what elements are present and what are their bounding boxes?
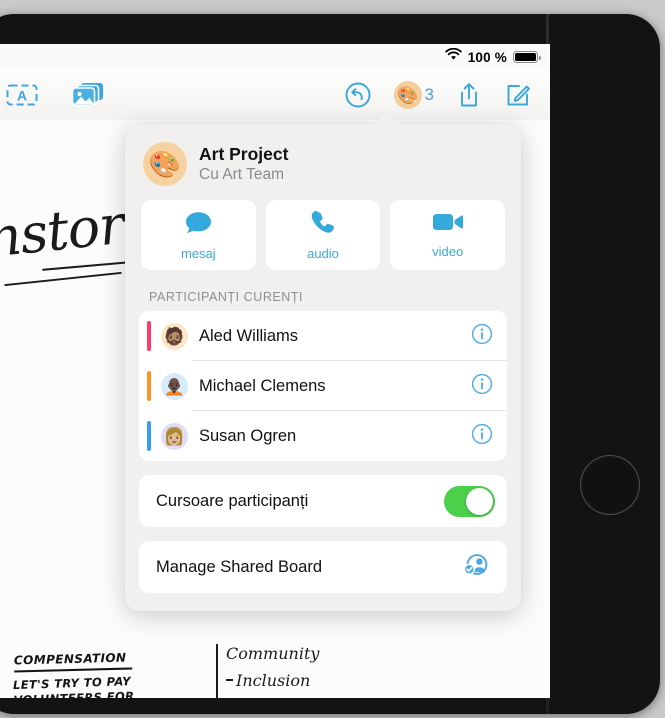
toolbar-left-group: A — [0, 81, 105, 109]
audio-action-label: audio — [307, 246, 339, 261]
video-action-button[interactable]: video — [390, 200, 506, 270]
compose-icon[interactable] — [504, 81, 532, 109]
project-avatar-icon: 🎨 — [143, 142, 187, 186]
participant-color-swatch — [147, 421, 151, 451]
quick-actions-row: mesaj audio video — [139, 200, 507, 270]
info-icon[interactable] — [471, 323, 493, 350]
participant-color-swatch — [147, 371, 151, 401]
video-camera-icon — [432, 211, 464, 238]
manage-shared-board-label: Manage Shared Board — [156, 557, 323, 576]
collaborator-count: 3 — [424, 85, 434, 104]
handwriting-underline-1 — [4, 271, 122, 287]
handwriting-topic-1: Inclusion — [236, 671, 311, 690]
participant-name: Michael Clemens — [199, 376, 326, 395]
popover-header: 🎨 Art Project Cu Art Team — [139, 134, 507, 200]
participants-list: 🧔🏽 Aled Williams 🧑🏿‍🦲 Michael Cl — [139, 311, 507, 461]
popover-title: Art Project — [199, 143, 289, 164]
handwriting-compensation-body: LET'S TRY TO PAY VOLUNTEERS FOR THEIR TI… — [13, 674, 139, 698]
handwriting-topic-2-group: Food — [226, 694, 374, 698]
toggle-knob — [466, 487, 493, 515]
manage-shared-board-row[interactable]: Manage Shared Board — [139, 541, 507, 593]
svg-text:A: A — [17, 88, 27, 104]
participant-name: Aled Williams — [199, 326, 299, 345]
participant-avatar-icon: 🧑🏿‍🦲 — [161, 372, 188, 400]
handwriting-topic-list: Community Inclusion Food History 🌍 Local… — [216, 640, 374, 698]
handwriting-list-bracket — [216, 644, 218, 698]
participant-row-2[interactable]: 👩🏼 Susan Ogren — [139, 411, 507, 461]
message-action-button[interactable]: mesaj — [141, 200, 256, 270]
collaboration-popover: 🎨 Art Project Cu Art Team mesaj audio vi… — [125, 113, 521, 611]
share-icon[interactable] — [456, 81, 482, 109]
collaborators-button[interactable]: 🎨 3 — [393, 81, 434, 109]
phone-icon — [310, 209, 336, 240]
participant-row-0[interactable]: 🧔🏽 Aled Williams — [139, 311, 507, 361]
ipad-device: 100 % A 🎨 3 instorm COMPENSATION LET'S T… — [0, 0, 665, 718]
handwriting-compensation-title: COMPENSATION — [13, 650, 127, 668]
manage-shared-board-icon — [463, 553, 493, 582]
app-toolbar: A 🎨 3 — [0, 70, 550, 120]
home-button[interactable] — [580, 455, 640, 515]
participant-avatar-icon: 🧔🏽 — [161, 322, 188, 350]
handwriting-topic-1-group: Inclusion — [226, 667, 374, 694]
status-bar: 100 % — [0, 44, 550, 70]
info-icon[interactable] — [471, 373, 493, 400]
undo-icon[interactable] — [344, 81, 372, 109]
cursors-toggle-label: Cursoare participanți — [156, 491, 309, 510]
popover-subtitle: Cu Art Team — [199, 165, 285, 183]
popover-pointer-arrow — [372, 113, 400, 125]
participant-row-1[interactable]: 🧑🏿‍🦲 Michael Clemens — [139, 361, 507, 411]
message-bubble-icon — [184, 210, 213, 240]
media-photos-icon[interactable] — [71, 81, 105, 109]
participant-name: Susan Ogren — [199, 426, 297, 445]
participant-avatar-icon: 👩🏼 — [161, 422, 188, 450]
participants-section-header: PARTICIPANȚI CURENȚI — [149, 290, 304, 304]
palette-avatar-icon: 🎨 — [393, 81, 422, 109]
video-action-label: video — [432, 244, 464, 259]
battery-percent-label: 100 % — [467, 49, 507, 65]
message-action-label: mesaj — [180, 245, 216, 261]
popover-header-text: Art Project Cu Art Team — [199, 144, 288, 185]
toolbar-right-group: 🎨 3 — [344, 81, 550, 109]
cursors-toggle-switch[interactable] — [444, 485, 495, 517]
audio-action-button[interactable]: audio — [265, 200, 381, 270]
handwriting-compensation-title-group: COMPENSATION — [13, 650, 133, 673]
text-box-icon[interactable]: A — [6, 82, 38, 108]
handwriting-title-rule — [14, 667, 133, 673]
screen: 100 % A 🎨 3 instorm COMPENSATION LET'S T… — [0, 44, 550, 698]
battery-full-icon — [513, 51, 541, 63]
cursors-toggle-row: Cursoare participanți — [139, 475, 507, 527]
wifi-icon — [445, 47, 462, 66]
info-icon[interactable] — [471, 423, 493, 450]
participant-color-swatch — [147, 321, 151, 351]
handwriting-topic-0: Community — [226, 644, 320, 663]
